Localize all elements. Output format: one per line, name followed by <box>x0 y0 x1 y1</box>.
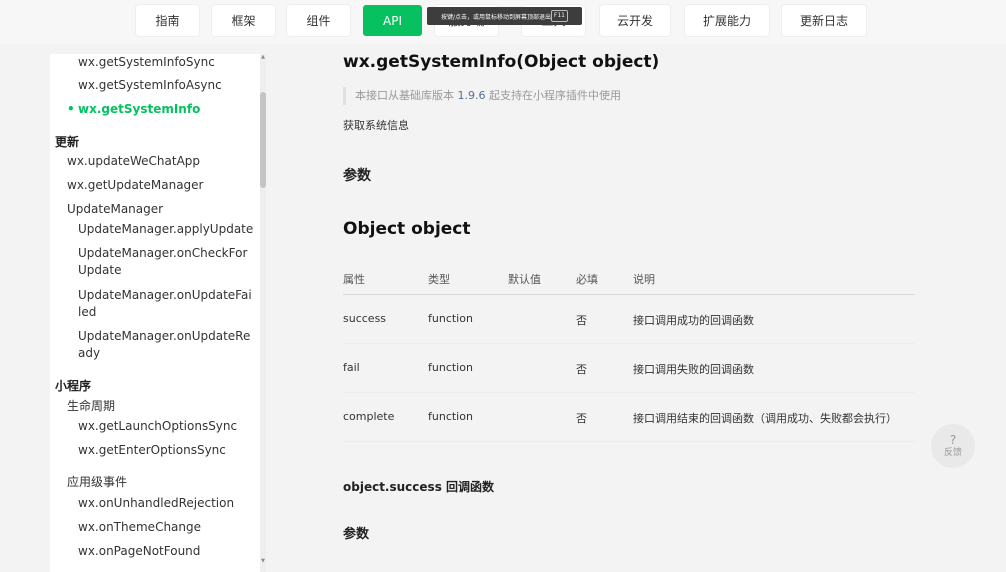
cell-type: function <box>428 410 473 423</box>
sidebar-subsection-app-events[interactable]: 应用级事件 <box>67 474 127 491</box>
note-suffix: 起支持在小程序插件中使用 <box>485 89 621 102</box>
table-row: success function 否 接口调用成功的回调函数 <box>343 295 915 344</box>
sidebar: wx.getSystemInfoSync wx.getSystemInfoAsy… <box>50 54 266 572</box>
feedback-button[interactable]: ? 反馈 <box>931 424 975 468</box>
sidebar-item[interactable]: UpdateManager.applyUpdate <box>78 221 253 238</box>
cell-description: 接口调用结束的回调函数（调用成功、失败都会执行） <box>633 412 897 425</box>
params-table: 属性 类型 默认值 必填 说明 success function 否 接口调用成… <box>343 266 915 442</box>
question-icon: ? <box>949 432 957 447</box>
scroll-up-arrow-icon[interactable]: ▲ <box>260 54 266 60</box>
tab-changelog[interactable]: 更新日志 <box>782 5 866 36</box>
sidebar-subsection-lifecycle[interactable]: 生命周期 <box>67 398 115 415</box>
sidebar-item[interactable]: wx.updateWeChatApp <box>67 153 200 170</box>
top-nav: 指南 框架 组件 API 服务端 工具 云开发 扩展能力 更新日志 按键/点击，… <box>0 0 1006 44</box>
object-heading: Object object <box>343 219 471 239</box>
header-type: 类型 <box>428 273 450 286</box>
sidebar-item-wrap[interactable]: Update <box>78 262 121 279</box>
description: 获取系统信息 <box>343 119 409 132</box>
sidebar-item-wrap[interactable]: led <box>78 304 96 321</box>
cell-property: fail <box>343 361 360 374</box>
tooltip-key: F11 <box>550 10 568 22</box>
success-callback-heading: object.success 回调函数 <box>343 480 495 494</box>
sidebar-item[interactable]: wx.onUnhandledRejection <box>78 495 234 512</box>
cell-property: complete <box>343 410 395 423</box>
sidebar-section-miniprogram[interactable]: 小程序 <box>55 377 91 394</box>
cell-required: 否 <box>576 412 587 425</box>
sidebar-item[interactable]: wx.getUpdateManager <box>67 177 204 194</box>
table-header: 属性 类型 默认值 必填 说明 <box>343 266 915 295</box>
scroll-down-arrow-icon[interactable]: ▼ <box>260 558 266 564</box>
version-note: 本接口从基础库版本 1.9.6 起支持在小程序插件中使用 <box>343 87 621 105</box>
table-row: fail function 否 接口调用失败的回调函数 <box>343 344 915 393</box>
page-title: wx.getSystemInfo(Object object) <box>343 52 660 72</box>
cell-property: success <box>343 312 387 325</box>
tab-components[interactable]: 组件 <box>287 5 350 36</box>
sidebar-item[interactable]: wx.getEnterOptionsSync <box>78 442 226 459</box>
header-required: 必填 <box>576 273 598 286</box>
sidebar-item[interactable]: UpdateManager <box>67 201 163 218</box>
sidebar-item[interactable]: wx.onThemeChange <box>78 519 201 536</box>
sidebar-section-update[interactable]: 更新 <box>55 133 79 150</box>
tab-api[interactable]: API <box>363 5 422 36</box>
sidebar-item[interactable]: UpdateManager.onUpdateRe <box>78 328 250 345</box>
sidebar-item[interactable]: wx.getSystemInfoAsync <box>78 77 222 94</box>
sidebar-item[interactable]: wx.getSystemInfoSync <box>78 54 215 71</box>
note-prefix: 本接口从基础库版本 <box>355 89 458 102</box>
tooltip-text: 按键/点击，或用鼠标移动到屏幕顶部退出 <box>441 13 552 21</box>
tab-cloud[interactable]: 云开发 <box>600 5 670 36</box>
sidebar-item[interactable]: UpdateManager.onUpdateFai <box>78 287 252 304</box>
header-description: 说明 <box>633 273 655 286</box>
sidebar-item[interactable]: wx.getLaunchOptionsSync <box>78 418 237 435</box>
sidebar-scrollbar[interactable]: ▲ ▼ <box>260 54 266 572</box>
table-row: complete function 否 接口调用结束的回调函数（调用成功、失败都… <box>343 393 915 442</box>
version-link[interactable]: 1.9.6 <box>458 89 486 102</box>
fullscreen-tooltip: 按键/点击，或用鼠标移动到屏幕顶部退出 F11 <box>427 7 582 25</box>
sidebar-item-active[interactable]: wx.getSystemInfo <box>67 101 200 118</box>
cell-description: 接口调用成功的回调函数 <box>633 314 754 327</box>
main-content: wx.getSystemInfo(Object object) 本接口从基础库版… <box>272 44 1006 572</box>
scrollbar-thumb[interactable] <box>260 92 266 188</box>
cell-type: function <box>428 361 473 374</box>
sidebar-item[interactable]: UpdateManager.onCheckFor <box>78 245 247 262</box>
tab-guide[interactable]: 指南 <box>136 5 199 36</box>
params-heading-2: 参数 <box>343 527 370 542</box>
params-heading: 参数 <box>343 168 371 184</box>
tab-extensions[interactable]: 扩展能力 <box>685 5 769 36</box>
cell-required: 否 <box>576 363 587 376</box>
cell-description: 接口调用失败的回调函数 <box>633 363 754 376</box>
sidebar-item-wrap[interactable]: ady <box>78 345 100 362</box>
sidebar-item[interactable]: wx.onPageNotFound <box>78 543 200 560</box>
tab-framework[interactable]: 框架 <box>212 5 275 36</box>
header-default: 默认值 <box>508 273 541 286</box>
feedback-label: 反馈 <box>943 447 962 458</box>
cell-type: function <box>428 312 473 325</box>
cell-required: 否 <box>576 314 587 327</box>
header-property: 属性 <box>343 273 365 286</box>
